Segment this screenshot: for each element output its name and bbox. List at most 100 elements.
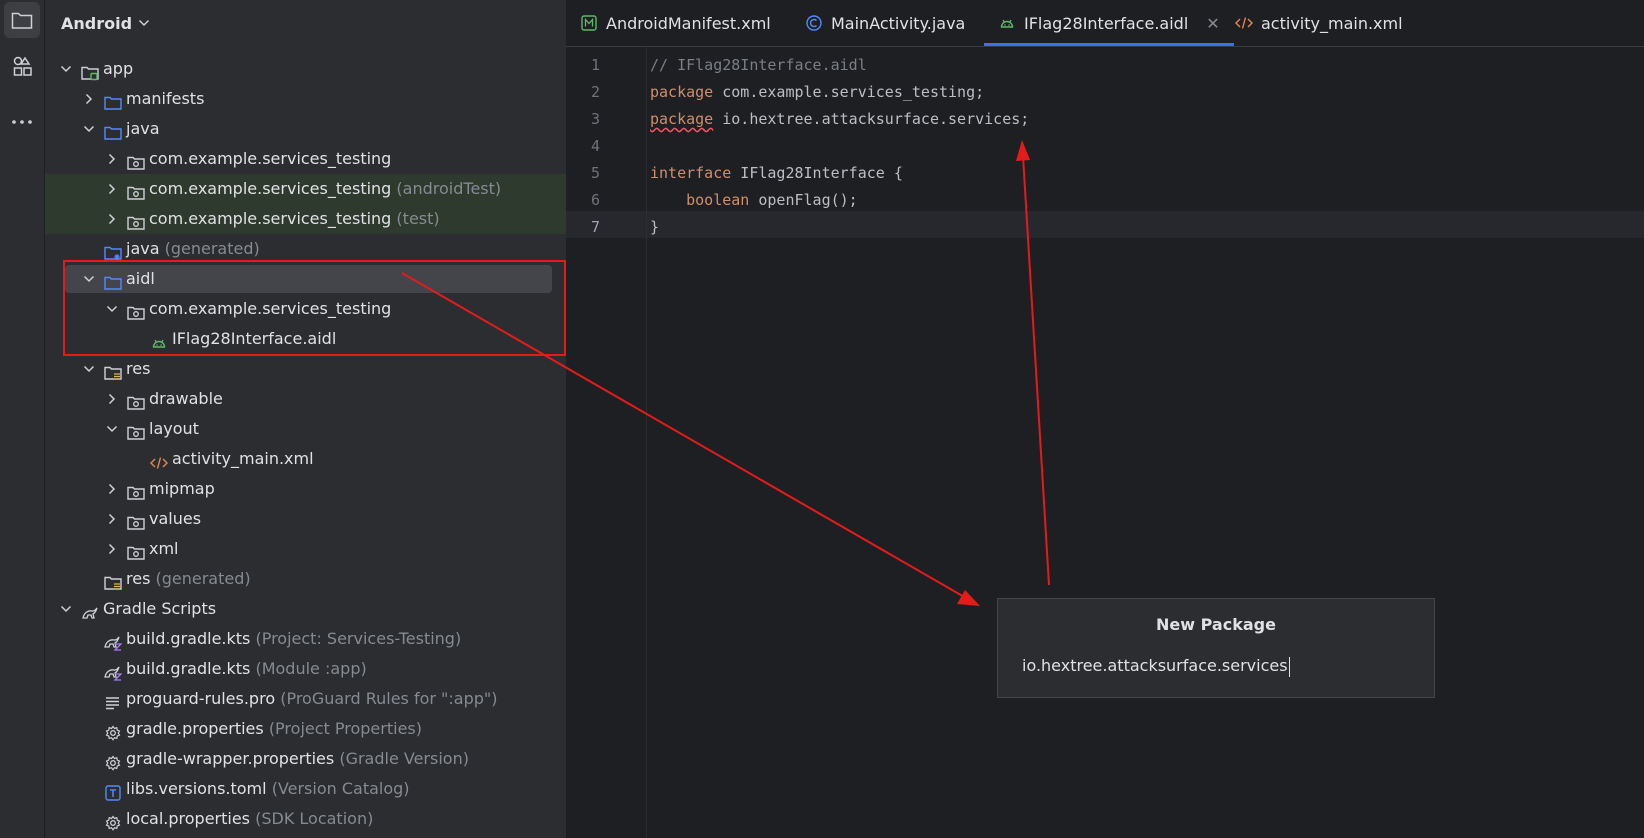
tree-item[interactable]: com.example.services_testing (androidTes… [45, 174, 566, 204]
code-token: package [650, 83, 714, 101]
code-token: package [650, 110, 714, 128]
chevron-right-icon[interactable] [104, 144, 120, 174]
code-line[interactable]: } [650, 214, 659, 241]
chevron-down-icon[interactable] [58, 594, 74, 624]
tree-item-label: gradle.properties [126, 719, 264, 738]
chevron-right-icon[interactable] [104, 204, 120, 234]
tree-item[interactable]: manifests [45, 84, 566, 114]
tree-item-hint: (Project: Services-Testing) [255, 629, 462, 648]
project-icon[interactable] [4, 2, 40, 38]
tree-item-hint: (ProGuard Rules for ":app") [280, 689, 498, 708]
tree-item[interactable]: mipmap [45, 474, 566, 504]
tree-item[interactable]: build.gradle.kts (Project: Services-Test… [45, 624, 566, 654]
editor-tab[interactable]: activity_main.xml [1235, 0, 1403, 46]
chevron-right-icon[interactable] [81, 84, 97, 114]
tree-item[interactable]: libs.versions.toml (Version Catalog) [45, 774, 566, 804]
tree-item-label: mipmap [149, 479, 215, 498]
tree-item-label: java [126, 119, 160, 138]
package-icon [127, 511, 145, 530]
project-view-label: Android [61, 13, 133, 33]
tab-label: activity_main.xml [1261, 13, 1403, 33]
new-package-dialog: New Package io.hextree.attacksurface.ser… [997, 598, 1435, 698]
tree-item[interactable]: java [45, 114, 566, 144]
tree-item-label: libs.versions.toml [126, 779, 267, 798]
tree-item[interactable]: com.example.services_testing (test) [45, 204, 566, 234]
settings-file-icon [104, 721, 122, 741]
tree-item[interactable]: Gradle Scripts [45, 594, 566, 624]
tree-item[interactable]: com.example.services_testing [45, 144, 566, 174]
tree-item-label: app [103, 59, 134, 78]
tree-item[interactable]: gradle.properties (Project Properties) [45, 714, 566, 744]
tree-item-label: xml [149, 539, 179, 558]
tree-item-label: com.example.services_testing [149, 209, 392, 228]
code-line[interactable]: package com.example.services_testing; [650, 79, 984, 106]
tree-item[interactable]: layout [45, 414, 566, 444]
code-token: com.example.services_testing; [713, 83, 985, 101]
tree-item[interactable]: values [45, 504, 566, 534]
tree-item[interactable]: proguard-rules.pro (ProGuard Rules for "… [45, 684, 566, 714]
package-icon [127, 481, 145, 500]
tree-item[interactable]: res (generated) [45, 564, 566, 594]
android-icon [998, 15, 1016, 31]
code-token: openFlag(); [749, 191, 858, 209]
tree-item-label: local.properties [126, 809, 251, 828]
package-icon [127, 421, 145, 440]
line-number: 2 [590, 83, 600, 101]
tree-item[interactable]: app [45, 54, 566, 84]
close-icon[interactable]: ✕ [1206, 14, 1219, 33]
tree-item-hint: (generated) [164, 239, 260, 258]
tree-item[interactable]: build.gradle.kts (Module :app) [45, 654, 566, 684]
editor-tab[interactable]: IFlag28Interface.aidl ✕ [984, 0, 1234, 46]
tree-item-label: values [149, 509, 202, 528]
package-name-input[interactable]: io.hextree.attacksurface.services [1022, 651, 1414, 681]
chevron-right-icon[interactable] [104, 174, 120, 204]
code-line[interactable]: boolean openFlag(); [650, 187, 858, 214]
tree-item-label: drawable [149, 389, 223, 408]
tree-item[interactable]: xml [45, 534, 566, 564]
tree-item[interactable]: drawable [45, 384, 566, 414]
xml-icon [150, 451, 168, 469]
editor-tab[interactable]: MainActivity.java [805, 0, 965, 46]
annotation-box [63, 260, 566, 356]
tree-item[interactable]: res [45, 354, 566, 384]
current-line-highlight [566, 211, 1644, 238]
editor-area: AndroidManifest.xml MainActivity.java IFla… [566, 0, 1644, 838]
code-line[interactable]: package io.hextree.attacksurface.service… [650, 106, 1029, 133]
tree-item-label: manifests [126, 89, 205, 108]
folder-icon [104, 91, 122, 110]
tree-item[interactable]: gradle-wrapper.properties (Gradle Versio… [45, 744, 566, 774]
tool-window-strip [0, 0, 45, 838]
tree-item-label: proguard-rules.pro [126, 689, 276, 708]
gradle-kts-icon [104, 631, 123, 651]
code-token: interface [650, 164, 732, 182]
code-line[interactable]: interface IFlag28Interface { [650, 160, 903, 187]
dialog-title: New Package [1156, 615, 1276, 634]
chevron-down-icon[interactable] [81, 114, 97, 144]
tree-item-hint: (Version Catalog) [271, 779, 410, 798]
chevron-down-icon[interactable] [81, 354, 97, 384]
res-folder-icon [104, 571, 122, 590]
code-token: } [650, 218, 660, 236]
code-token: boolean [686, 191, 750, 209]
tree-item-label: activity_main.xml [172, 449, 314, 468]
tree-item[interactable]: activity_main.xml [45, 444, 566, 474]
tree-item-label: com.example.services_testing [149, 179, 392, 198]
editor-tab[interactable]: AndroidManifest.xml [580, 0, 771, 46]
tree-item-hint: (test) [396, 209, 440, 228]
chevron-right-icon[interactable] [104, 474, 120, 504]
project-view-selector[interactable]: Android [61, 8, 150, 38]
code-line[interactable]: // IFlag28Interface.aidl [650, 52, 867, 79]
chevron-right-icon[interactable] [104, 504, 120, 534]
more-icon[interactable] [4, 104, 40, 140]
chevron-down-icon[interactable] [104, 414, 120, 444]
editor-tabs: AndroidManifest.xml MainActivity.java IFla… [566, 0, 1644, 47]
line-number: 3 [590, 110, 600, 128]
line-number: 1 [590, 56, 600, 74]
tree-item[interactable]: local.properties (SDK Location) [45, 804, 566, 834]
chevron-right-icon[interactable] [104, 534, 120, 564]
chevron-down-icon [139, 19, 150, 27]
tab-label: IFlag28Interface.aidl [1024, 13, 1189, 33]
chevron-down-icon[interactable] [58, 54, 74, 84]
structure-icon[interactable] [4, 48, 40, 84]
chevron-right-icon[interactable] [104, 384, 120, 414]
